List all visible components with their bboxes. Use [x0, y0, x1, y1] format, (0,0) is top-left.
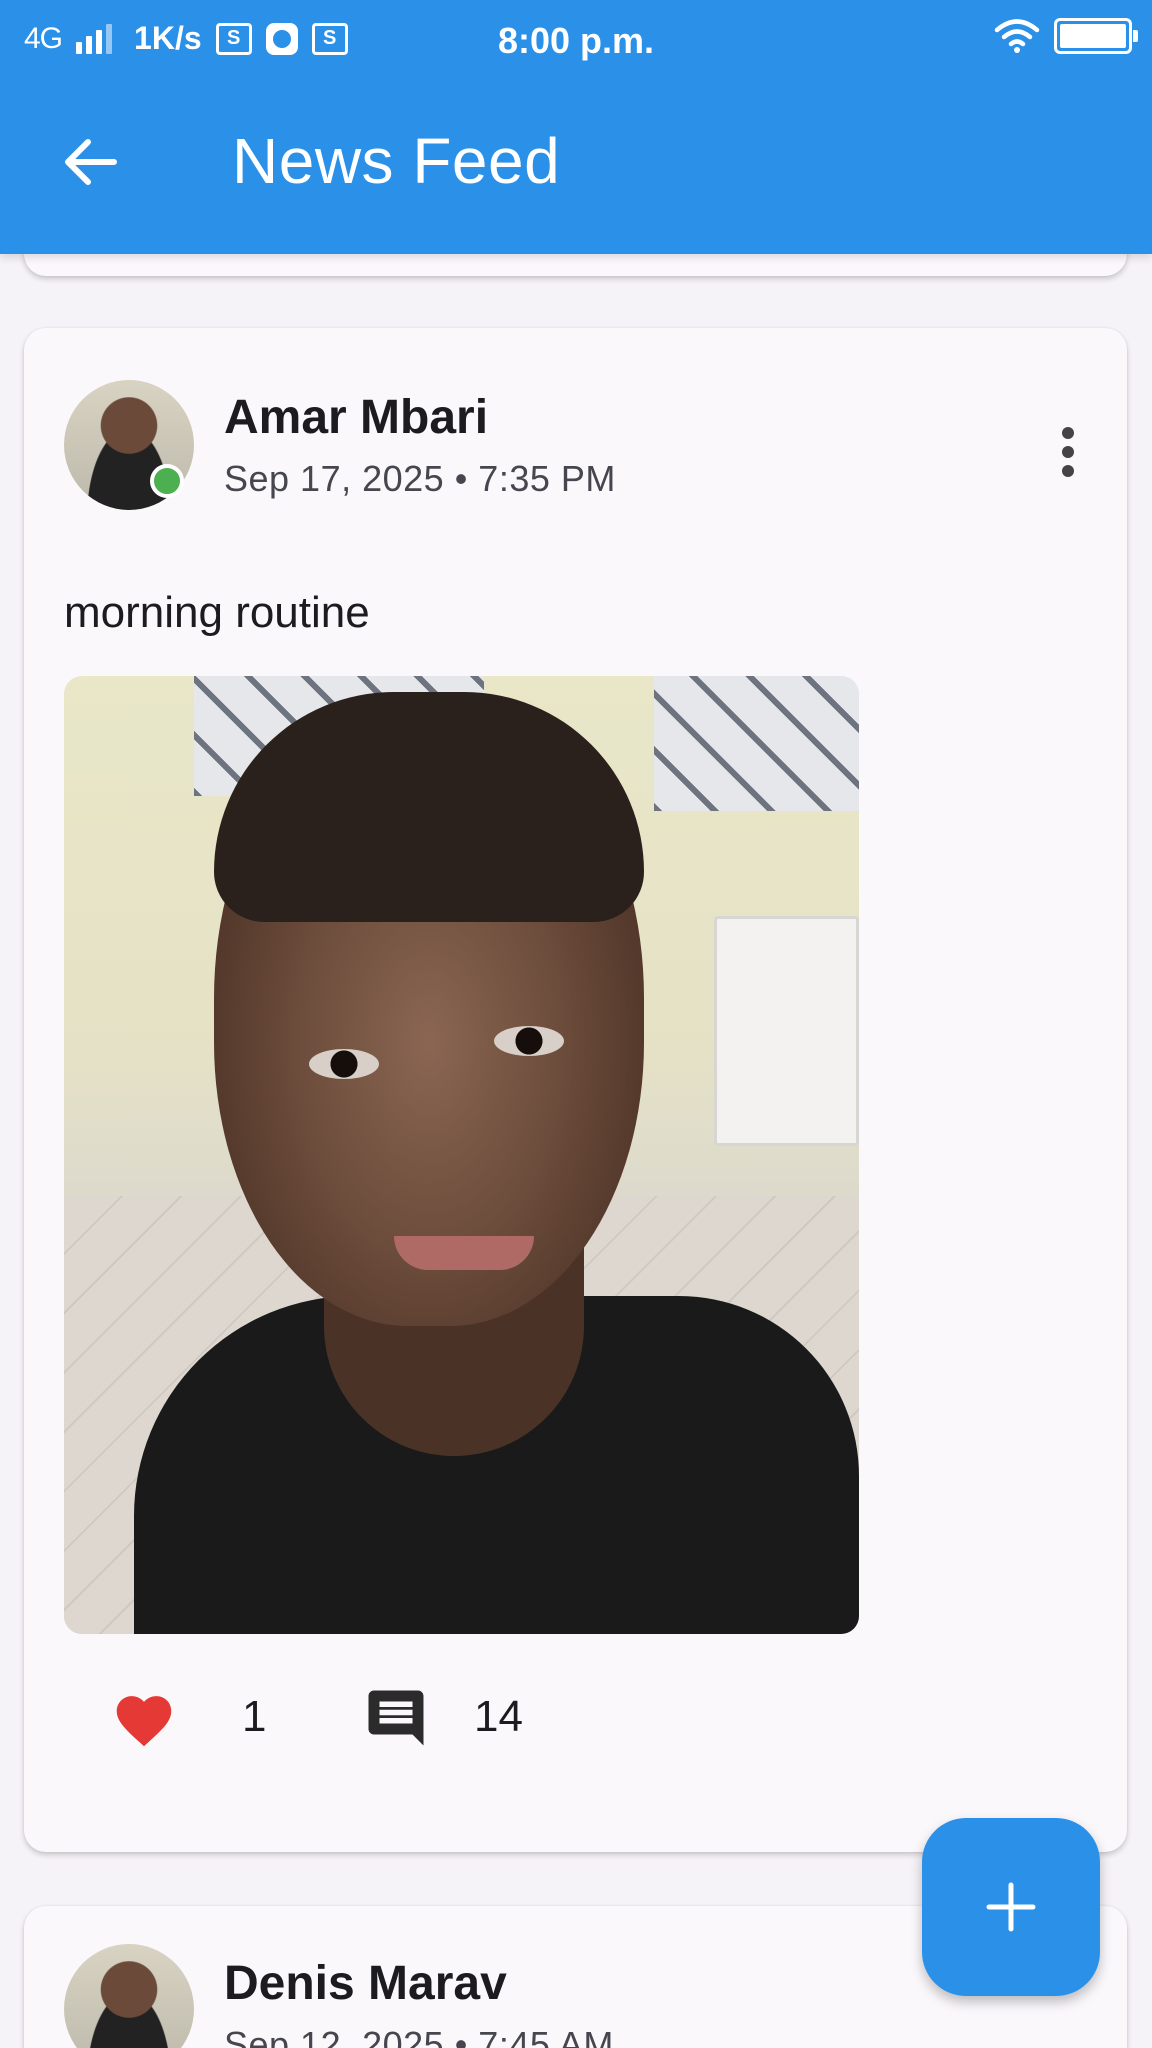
post-timestamp: Sep 12, 2025 • 7:45 AM [224, 2024, 614, 2048]
toolbar: News Feed [0, 84, 1152, 254]
page-title: News Feed [232, 125, 561, 197]
comment-button[interactable] [356, 1678, 436, 1758]
comment-icon [368, 1690, 424, 1746]
author-name[interactable]: Denis Marav [224, 1956, 507, 2011]
back-button[interactable] [50, 122, 130, 202]
clock: 8:00 p.m. [497, 20, 655, 61]
online-status-indicator [150, 464, 184, 498]
battery-icon [1054, 18, 1138, 54]
status-bar: 4G 1K/s S S 8:00 p.m. [0, 0, 1152, 84]
post-image[interactable] [64, 676, 859, 1634]
avatar[interactable] [64, 1944, 194, 2048]
like-button[interactable] [104, 1678, 184, 1758]
more-options-button[interactable] [1038, 412, 1098, 492]
heart-icon [116, 1696, 172, 1747]
post-card[interactable]: Amar Mbari Sep 17, 2025 • 7:35 PM mornin… [24, 328, 1127, 1852]
author-name[interactable]: Amar Mbari [224, 390, 488, 445]
arrow-back-icon [65, 139, 117, 185]
post-timestamp: Sep 17, 2025 • 7:35 PM [224, 458, 616, 499]
create-post-button[interactable] [922, 1818, 1100, 1996]
like-count: 1 [242, 1692, 267, 1741]
wifi-icon [994, 19, 1040, 53]
post-actions: 1 14 [104, 1678, 804, 1758]
comment-count: 14 [474, 1692, 523, 1741]
news-feed-screen: 4G 1K/s S S 8:00 p.m. News Feed Amar Mba… [0, 0, 1152, 2048]
post-text: morning routine [64, 588, 370, 637]
more-vert-icon [1062, 427, 1074, 439]
plus-icon [986, 1882, 1036, 1932]
app-bar: 4G 1K/s S S 8:00 p.m. News Feed [0, 0, 1152, 254]
